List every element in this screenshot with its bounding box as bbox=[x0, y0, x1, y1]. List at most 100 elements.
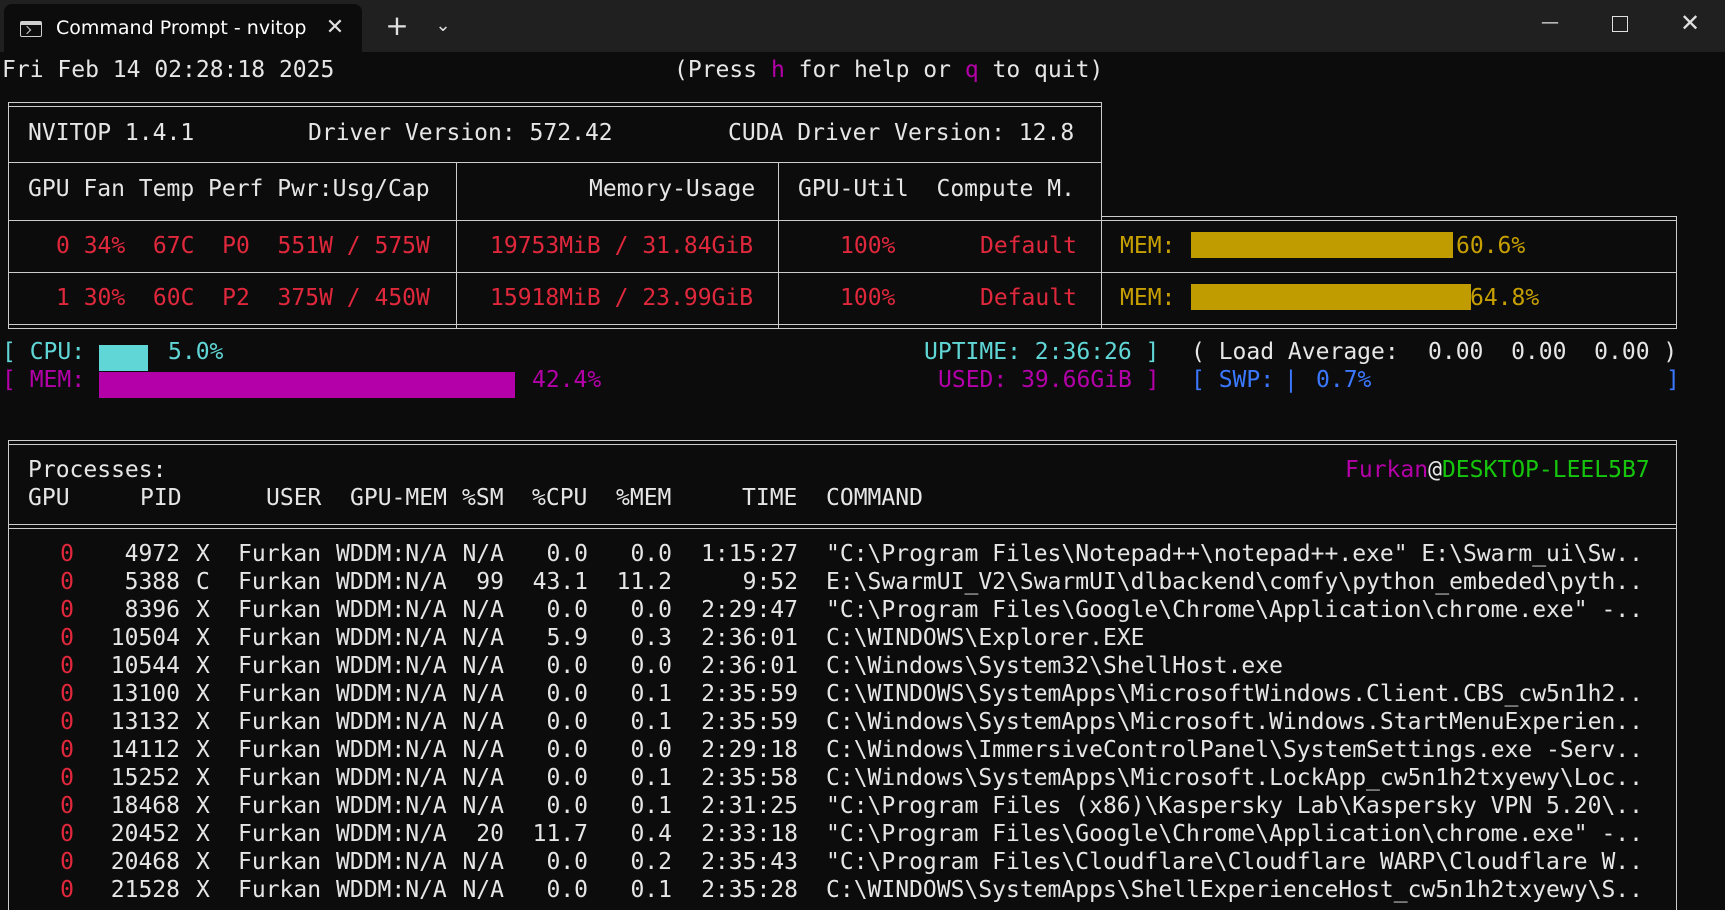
cell-command: C:\WINDOWS\Explorer.EXE bbox=[826, 625, 1145, 651]
cell-command: C:\WINDOWS\SystemApps\ShellExperienceHos… bbox=[826, 877, 1643, 903]
cell-type: X bbox=[196, 597, 210, 623]
cell-cpu: 11.7 bbox=[532, 821, 588, 847]
cell-cpu: 0.0 bbox=[546, 653, 588, 679]
new-tab-button[interactable]: + bbox=[380, 10, 414, 42]
cell-time: 1:15:27 bbox=[701, 541, 798, 567]
cell-command: C:\Windows\SystemApps\Microsoft.LockApp_… bbox=[826, 765, 1643, 791]
border-line bbox=[456, 162, 457, 328]
maximize-button[interactable] bbox=[1585, 0, 1655, 46]
cell-sm: N/A bbox=[462, 793, 504, 819]
cell-pid: 13132 bbox=[110, 709, 180, 735]
uptime: UPTIME: 2:36:26 ] bbox=[924, 339, 1160, 365]
mem-pct: 42.4% bbox=[532, 367, 602, 393]
col-user: USER bbox=[266, 485, 322, 511]
cell-mem: 0.1 bbox=[630, 877, 672, 903]
cell-gpu: 0 bbox=[60, 541, 74, 567]
cell-gpu: 0 bbox=[60, 765, 74, 791]
border-line bbox=[778, 162, 779, 328]
cell-command: "C:\Program Files\Google\Chrome\Applicat… bbox=[826, 821, 1643, 847]
help-key-h: h bbox=[770, 57, 785, 83]
cell-mem: 11.2 bbox=[616, 569, 672, 595]
cell-pid: 14112 bbox=[110, 737, 180, 763]
border-line bbox=[8, 328, 1677, 329]
cell-user: Furkan bbox=[238, 541, 322, 567]
load-average-label: ( Load Average: bbox=[1191, 339, 1399, 365]
swp-close: ] bbox=[1666, 367, 1680, 393]
cell-gpu: 0 bbox=[60, 569, 74, 595]
cell-pid: 10504 bbox=[110, 625, 180, 651]
gpu1-compute-mode: Default bbox=[980, 285, 1077, 311]
col-sm: %SM bbox=[462, 485, 504, 511]
minimize-button[interactable]: — bbox=[1515, 0, 1585, 46]
gpu0-stats: 0 34% 67C P0 551W / 575W bbox=[56, 233, 430, 259]
cell-gpumem: WDDM:N/A bbox=[336, 597, 447, 623]
gpu0-util: 100% bbox=[840, 233, 896, 259]
swp-label: [ SWP: bbox=[1191, 367, 1275, 393]
cell-time: 2:35:59 bbox=[701, 681, 798, 707]
border-line bbox=[1101, 216, 1677, 217]
cell-user: Furkan bbox=[238, 625, 322, 651]
tab-title: Command Prompt - nvitop bbox=[56, 17, 307, 39]
col-mem: %MEM bbox=[616, 485, 672, 511]
cell-cpu: 0.0 bbox=[546, 793, 588, 819]
cell-time: 2:31:25 bbox=[701, 793, 798, 819]
border-line bbox=[8, 272, 1677, 273]
cell-sm: N/A bbox=[462, 765, 504, 791]
cell-sm: 20 bbox=[476, 821, 504, 847]
tab-command-prompt[interactable]: Command Prompt - nvitop ✕ bbox=[4, 4, 362, 52]
border-line bbox=[8, 440, 1677, 441]
terminal-icon bbox=[20, 21, 42, 37]
border-line bbox=[8, 102, 9, 328]
cell-gpumem: WDDM:N/A bbox=[336, 765, 447, 791]
border-line bbox=[8, 440, 9, 910]
cell-type: X bbox=[196, 877, 210, 903]
cell-gpumem: WDDM:N/A bbox=[336, 653, 447, 679]
cell-time: 2:35:58 bbox=[701, 765, 798, 791]
chevron-down-icon[interactable]: ⌄ bbox=[426, 10, 460, 42]
gpu1-mem-bar bbox=[1191, 284, 1471, 310]
gpu0-memory: 19753MiB / 31.84GiB bbox=[490, 233, 754, 259]
cell-sm: N/A bbox=[462, 877, 504, 903]
help-text: to quit) bbox=[978, 57, 1104, 83]
gpu0-mem-label: MEM: bbox=[1120, 233, 1176, 259]
cell-time: 9:52 bbox=[742, 569, 798, 595]
cell-mem: 0.0 bbox=[630, 541, 672, 567]
cell-pid: 20468 bbox=[110, 849, 180, 875]
border-line bbox=[8, 102, 1102, 103]
cell-gpumem: WDDM:N/A bbox=[336, 793, 447, 819]
cell-type: X bbox=[196, 653, 210, 679]
cell-mem: 0.0 bbox=[630, 737, 672, 763]
close-window-button[interactable]: ✕ bbox=[1655, 0, 1725, 46]
cell-gpumem: WDDM:N/A bbox=[336, 849, 447, 875]
cell-user: Furkan bbox=[238, 653, 322, 679]
cell-mem: 0.1 bbox=[630, 765, 672, 791]
cell-type: X bbox=[196, 821, 210, 847]
cell-user: Furkan bbox=[238, 597, 322, 623]
cell-pid: 4972 bbox=[124, 541, 180, 567]
swp-pct: 0.7% bbox=[1316, 367, 1372, 393]
maximize-icon bbox=[1612, 15, 1628, 32]
cell-cpu: 0.0 bbox=[546, 681, 588, 707]
cpu-bar bbox=[99, 345, 148, 371]
swp-bar: | bbox=[1284, 367, 1298, 393]
at-sign: @ bbox=[1428, 457, 1442, 483]
col-gpu: GPU bbox=[28, 485, 70, 511]
close-tab-icon[interactable]: ✕ bbox=[320, 14, 350, 42]
cell-mem: 0.1 bbox=[630, 709, 672, 735]
cell-user: Furkan bbox=[238, 877, 322, 903]
terminal-area[interactable]: Fri Feb 14 02:28:18 2025 (Press h for he… bbox=[0, 52, 1725, 910]
user-name: Furkan bbox=[1345, 457, 1429, 483]
cell-cpu: 5.9 bbox=[546, 625, 588, 651]
host-mem-bar bbox=[99, 372, 515, 398]
cell-type: X bbox=[196, 765, 210, 791]
border-line bbox=[8, 220, 1677, 221]
cell-cpu: 0.0 bbox=[546, 541, 588, 567]
cell-time: 2:29:18 bbox=[701, 737, 798, 763]
cell-sm: N/A bbox=[462, 849, 504, 875]
cell-user: Furkan bbox=[238, 737, 322, 763]
border-line bbox=[1101, 102, 1102, 328]
cell-type: C bbox=[196, 569, 210, 595]
help-text: for help or bbox=[784, 57, 965, 83]
cell-type: X bbox=[196, 541, 210, 567]
border-line bbox=[1676, 216, 1677, 328]
